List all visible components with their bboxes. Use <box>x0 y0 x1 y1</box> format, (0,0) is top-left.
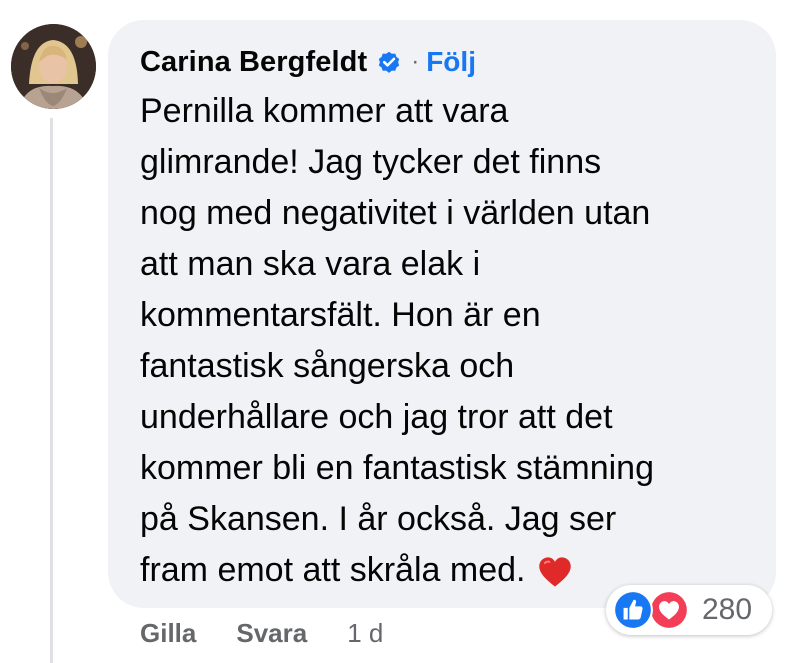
comment-text-line: kommentarsfält. Hon är en <box>140 296 541 334</box>
reactions-summary[interactable]: 280 <box>606 585 772 635</box>
like-icon <box>613 590 653 630</box>
comment-actions: Gilla Svara 1 d <box>140 616 383 650</box>
comment-text-line: underhållare och jag tror att det <box>140 398 613 436</box>
like-button[interactable]: Gilla <box>140 618 196 649</box>
love-icon <box>649 590 689 630</box>
comment-text: Pernilla kommer att vara glimrande! Jag … <box>140 86 755 596</box>
reaction-count: 280 <box>702 593 753 626</box>
comment-text-line: glimrande! Jag tycker det finns <box>140 143 602 181</box>
comment-text-line: på Skansen. I år också. Jag ser <box>140 500 617 538</box>
separator-dot: · <box>411 48 420 75</box>
comment-text-line: kommer bli en fantastisk stämning <box>140 449 654 487</box>
red-heart-icon <box>539 557 572 587</box>
verified-badge-icon <box>379 51 400 73</box>
follow-button[interactable]: Följ <box>426 46 476 78</box>
comment-text-line: nog med negativitet i världen utan <box>140 194 651 232</box>
comment-text-line: att man ska vara elak i <box>140 245 481 283</box>
comment-text-line: fantastisk sångerska och <box>140 347 515 385</box>
avatar-image <box>11 24 96 109</box>
comment-text-line: Pernilla kommer att vara <box>140 92 509 130</box>
comment-header: Carina Bergfeldt · Följ <box>140 42 476 82</box>
author-name[interactable]: Carina Bergfeldt <box>140 46 367 79</box>
reply-button[interactable]: Svara <box>236 618 307 649</box>
timestamp[interactable]: 1 d <box>347 618 383 649</box>
thread-line <box>50 118 53 663</box>
comment-text-line: fram emot att skråla med. <box>140 551 526 589</box>
avatar[interactable] <box>11 24 96 109</box>
